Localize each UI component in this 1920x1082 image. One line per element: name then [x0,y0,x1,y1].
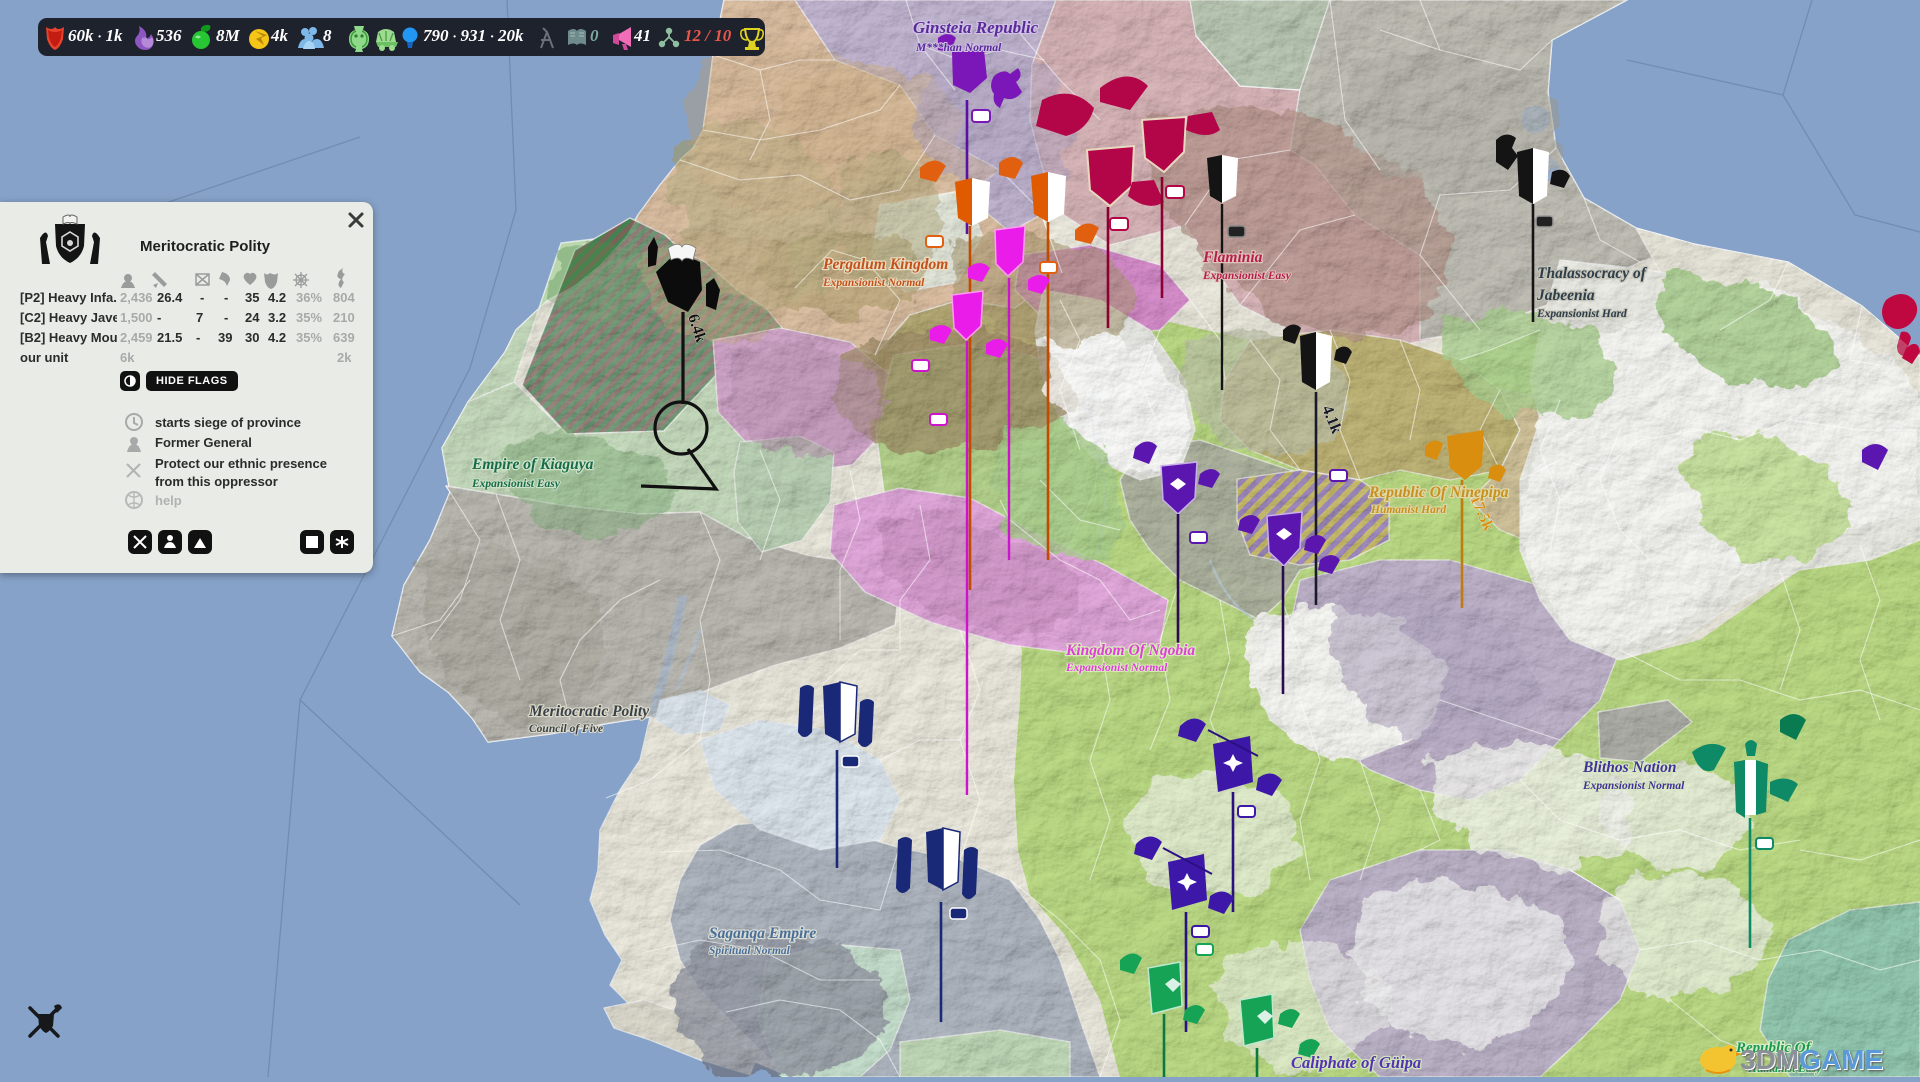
svg-text:Ginsteia Republic: Ginsteia Republic [913,18,1039,37]
svg-text:Council of Five: Council of Five [529,723,603,735]
svg-text:Saganqa Empire: Saganqa Empire [709,925,816,942]
svg-text:Expansionist Normal: Expansionist Normal [822,277,925,289]
svg-text:M***han Normal: M***han Normal [915,42,1002,54]
svg-text:Flaminia: Flaminia [1202,249,1263,266]
svg-text:Empire of Kiaguya: Empire of Kiaguya [471,456,594,473]
svg-text:Expansionist Normal: Expansionist Normal [1582,780,1685,792]
svg-text:Thalassocracy of: Thalassocracy of [1537,265,1648,282]
svg-text:Caliphate of Güipa: Caliphate of Güipa [1291,1053,1421,1072]
svg-text:Expansionist Normal: Expansionist Normal [1065,662,1168,674]
svg-text:Expansionist Hard: Expansionist Hard [1536,308,1627,320]
svg-text:Spiritual Normal: Spiritual Normal [709,945,791,957]
svg-text:Expansionist Easy: Expansionist Easy [471,478,561,490]
svg-text:Pergalum Kingdom: Pergalum Kingdom [823,256,948,273]
svg-text:Humanist Hard: Humanist Hard [1370,504,1446,516]
svg-text:Meritocratic Polity: Meritocratic Polity [528,703,649,720]
svg-text:Expansionist Easy: Expansionist Easy [1202,270,1292,282]
svg-text:Jabeenia: Jabeenia [1536,287,1595,304]
svg-text:Blithos Nation: Blithos Nation [1582,759,1676,776]
svg-text:Republic Of Ninepipa: Republic Of Ninepipa [1368,484,1509,501]
svg-text:Kingdom Of Ngobia: Kingdom Of Ngobia [1065,642,1195,659]
